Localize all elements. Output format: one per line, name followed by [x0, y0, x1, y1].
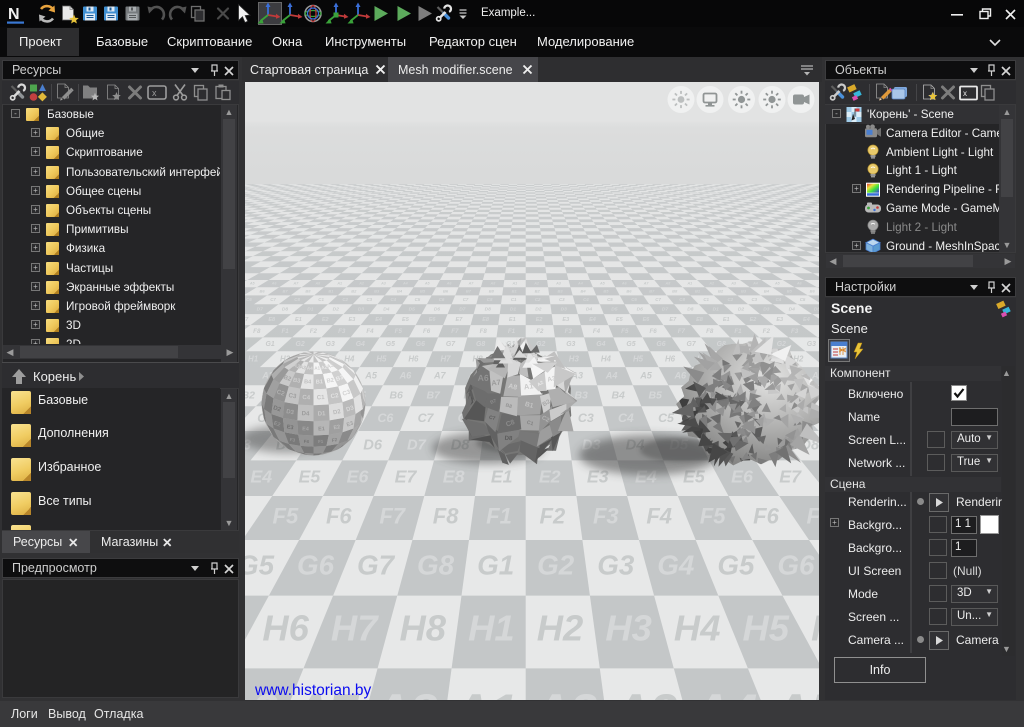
- svg-text:A4: A4: [307, 365, 314, 370]
- svg-text:A1: A1: [314, 365, 321, 370]
- svg-text:E1: E1: [318, 426, 325, 432]
- svg-text:A1: A1: [523, 381, 534, 391]
- svg-text:A3: A3: [299, 364, 307, 371]
- svg-text:x: x: [152, 88, 157, 98]
- svg-text:www.historian.by: www.historian.by: [254, 682, 372, 699]
- svg-text:F1: F1: [318, 439, 324, 444]
- svg-text:D1: D1: [317, 410, 326, 417]
- svg-text:B1: B1: [316, 379, 323, 385]
- svg-text:E3: E3: [286, 424, 294, 431]
- svg-text:D8: D8: [504, 435, 513, 443]
- svg-text:C1: C1: [317, 394, 326, 401]
- svg-text:F4: F4: [304, 439, 310, 444]
- svg-text:x: x: [963, 89, 967, 98]
- svg-text:A6: A6: [478, 373, 489, 383]
- svg-text:A7: A7: [491, 378, 501, 388]
- svg-text:E2: E2: [333, 424, 341, 431]
- svg-text:D4: D4: [301, 410, 310, 417]
- svg-text:B2: B2: [326, 378, 334, 385]
- svg-text:B4: B4: [304, 379, 312, 385]
- svg-text:E4: E4: [302, 426, 309, 432]
- svg-text:C4: C4: [302, 394, 311, 401]
- svg-text:N: N: [8, 6, 20, 23]
